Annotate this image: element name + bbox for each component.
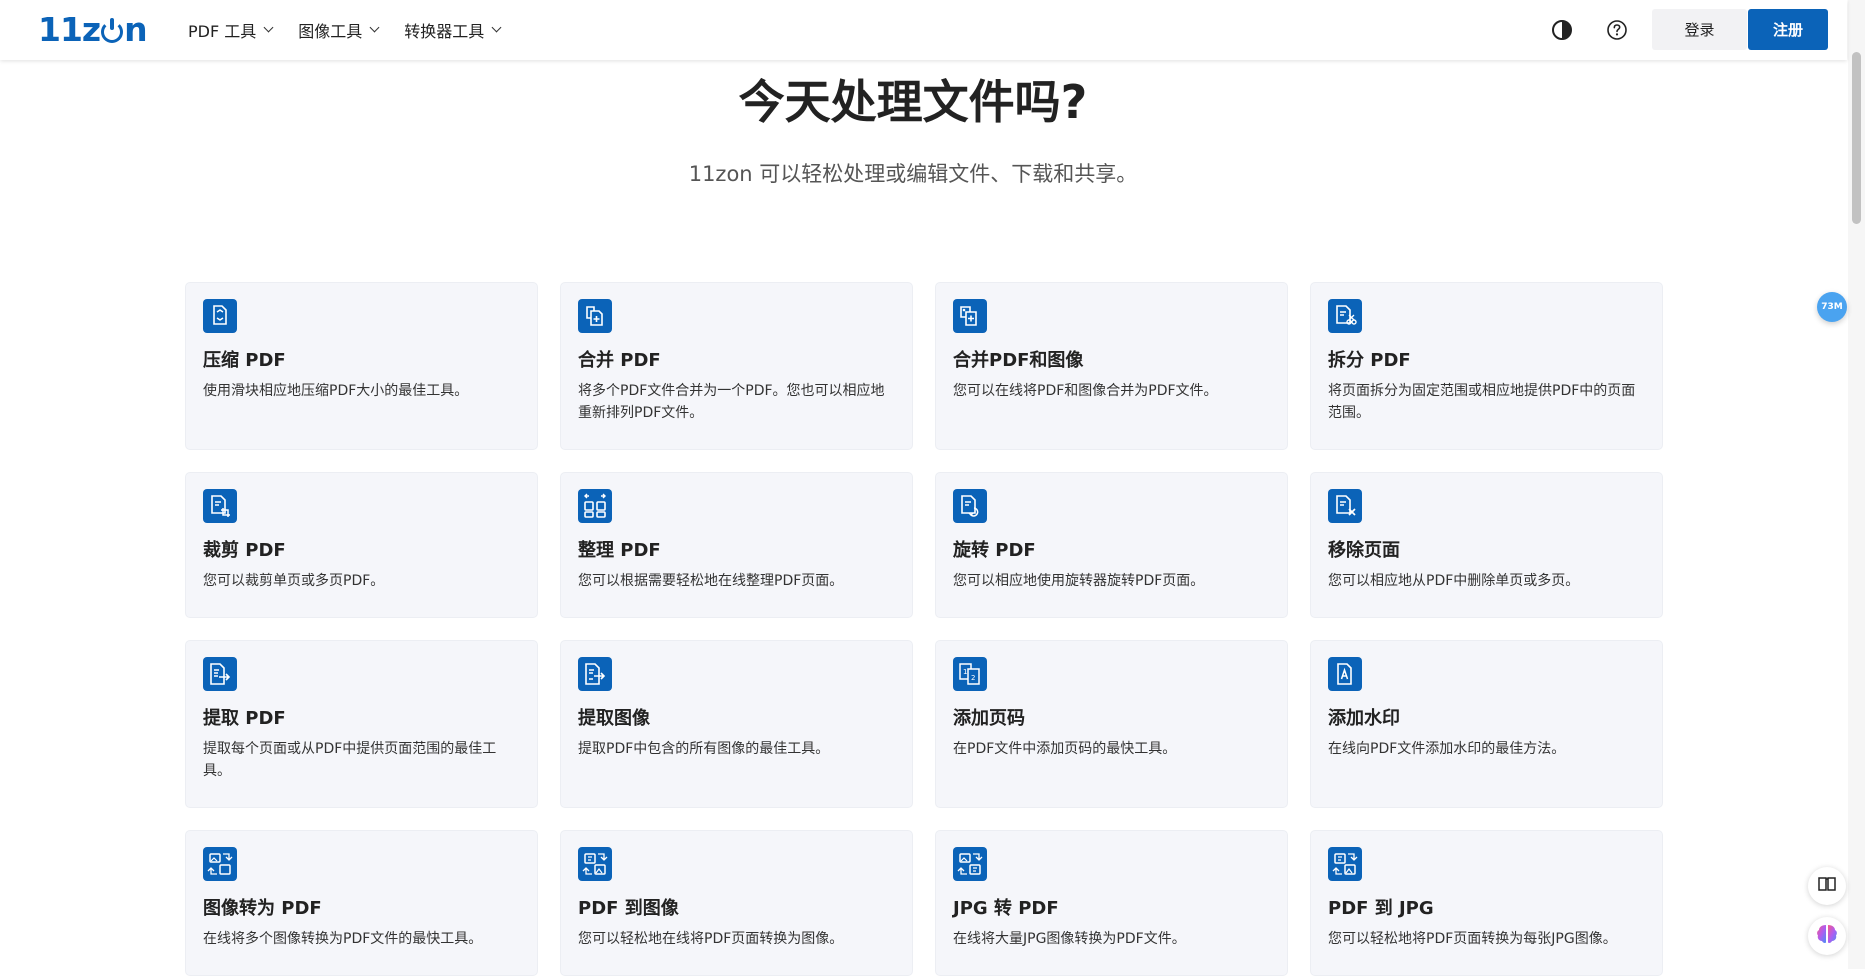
tool-card[interactable]: 旋转 PDF 您可以相应地使用旋转器旋转PDF页面。 bbox=[935, 472, 1288, 618]
tool-card[interactable]: 1 2 添加页码在PDF文件中添加页码的最快工具。 bbox=[935, 640, 1288, 808]
nav-pdf-tools-label: PDF 工具 bbox=[188, 22, 257, 41]
svg-text:2: 2 bbox=[971, 674, 975, 682]
reader-button[interactable] bbox=[1808, 867, 1846, 905]
tool-card-title: 图像转为 PDF bbox=[203, 898, 322, 919]
extract-pdf-icon bbox=[203, 657, 237, 691]
nav-converter-tools[interactable]: 转换器工具 bbox=[404, 18, 502, 42]
page-subtitle: 11zon 可以轻松处理或编辑文件、下载和共享。 bbox=[688, 162, 1138, 186]
nav-image-tools-label: 图像工具 bbox=[298, 22, 363, 41]
tool-card-description: 在线向PDF文件添加水印的最佳方法。 bbox=[1328, 741, 1566, 757]
tool-card-title: 整理 PDF bbox=[578, 540, 661, 561]
tool-card-description: 您可以相应地从PDF中删除单页或多页。 bbox=[1328, 573, 1580, 589]
rotate-pdf-icon bbox=[953, 489, 987, 523]
svg-text:1: 1 bbox=[963, 668, 967, 676]
tool-card-description: 提取每个页面或从PDF中提供页面范围的最佳工具。 bbox=[203, 741, 497, 779]
tool-card-title: 拆分 PDF bbox=[1328, 350, 1411, 371]
tool-card-title: PDF 到图像 bbox=[578, 898, 679, 919]
tool-card-title: PDF 到 JPG bbox=[1328, 898, 1434, 919]
tool-card-title: 裁剪 PDF bbox=[203, 540, 286, 561]
remove-pages-icon bbox=[1328, 489, 1362, 523]
pdf-to-jpg-icon bbox=[1328, 847, 1362, 881]
compress-pdf-icon bbox=[203, 299, 237, 333]
main-nav: PDF 工具 图像工具 转换器工具 bbox=[188, 0, 526, 60]
tool-card-title: 移除页面 bbox=[1328, 540, 1400, 561]
tool-card[interactable]: 提取图像提取PDF中包含的所有图像的最佳工具。 bbox=[560, 640, 913, 808]
tool-card-title: 压缩 PDF bbox=[203, 350, 286, 371]
tool-card-description: 在线将大量JPG图像转换为PDF文件。 bbox=[953, 931, 1186, 947]
tool-card-title: 提取 PDF bbox=[203, 708, 286, 729]
tool-card[interactable]: 整理 PDF 您可以根据需要轻松地在线整理PDF页面。 bbox=[560, 472, 913, 618]
nav-image-tools[interactable]: 图像工具 bbox=[298, 18, 380, 42]
tool-card[interactable]: 拆分 PDF 将页面拆分为固定范围或相应地提供PDF中的页面范围。 bbox=[1310, 282, 1663, 450]
tool-card-description: 您可以轻松地将PDF页面转换为每张JPG图像。 bbox=[1328, 931, 1617, 947]
tool-card-description: 您可以相应地使用旋转器旋转PDF页面。 bbox=[953, 573, 1205, 589]
login-button[interactable]: 登录 bbox=[1652, 9, 1747, 50]
tool-card-description: 您可以轻松地在线将PDF页面转换为图像。 bbox=[578, 931, 844, 947]
register-button[interactable]: 注册 bbox=[1748, 9, 1828, 50]
tool-card-title: 旋转 PDF bbox=[953, 540, 1036, 561]
tool-card-title: 提取图像 bbox=[578, 708, 650, 729]
book-icon bbox=[1818, 876, 1836, 896]
tool-card[interactable]: 合并PDF和图像您可以在线将PDF和图像合并为PDF文件。 bbox=[935, 282, 1288, 450]
pdf-to-image-icon bbox=[578, 847, 612, 881]
tool-card-description: 您可以裁剪单页或多页PDF。 bbox=[203, 573, 385, 589]
add-page-numbers-icon: 12 bbox=[953, 657, 987, 691]
tool-card-description: 在线将多个图像转换为PDF文件的最快工具。 bbox=[203, 931, 483, 947]
memory-badge[interactable]: 73M bbox=[1817, 292, 1847, 322]
nav-converter-tools-label: 转换器工具 bbox=[404, 22, 485, 41]
tool-card-description: 将页面拆分为固定范围或相应地提供PDF中的页面范围。 bbox=[1328, 383, 1636, 421]
power-icon bbox=[101, 18, 124, 43]
split-pdf-icon bbox=[1328, 299, 1362, 333]
image-to-pdf-icon bbox=[203, 847, 237, 881]
tool-card-description: 将多个PDF文件合并为一个PDF。您也可以相应地重新排列PDF文件。 bbox=[578, 383, 885, 421]
extract-images-icon bbox=[578, 657, 612, 691]
tool-card[interactable]: 图像转为 PDF 在线将多个图像转换为PDF文件的最快工具。 bbox=[185, 830, 538, 976]
tool-card-title: 添加水印 bbox=[1328, 708, 1400, 729]
tool-card[interactable]: 添加水印在线向PDF文件添加水印的最佳方法。 bbox=[1310, 640, 1663, 808]
jpg-to-pdf-icon bbox=[953, 847, 987, 881]
tool-card[interactable]: 合并 PDF 将多个PDF文件合并为一个PDF。您也可以相应地重新排列PDF文件。 bbox=[560, 282, 913, 450]
ai-assistant-button[interactable] bbox=[1808, 917, 1846, 955]
brain-icon bbox=[1815, 923, 1839, 949]
tool-grid: 压缩 PDF 使用滑块相应地压缩PDF大小的最佳工具。 合并 PDF 将多个PDF文件… bbox=[185, 282, 1665, 976]
merge-pdf-icon bbox=[578, 299, 612, 333]
organize-pdf-icon bbox=[578, 489, 612, 523]
tool-card[interactable]: 移除页面您可以相应地从PDF中删除单页或多页。 bbox=[1310, 472, 1663, 618]
tool-card-description: 您可以根据需要轻松地在线整理PDF页面。 bbox=[578, 573, 844, 589]
tool-card-title: JPG 转 PDF bbox=[953, 898, 1059, 919]
theme-toggle-icon[interactable] bbox=[1550, 18, 1574, 42]
tool-card-description: 使用滑块相应地压缩PDF大小的最佳工具。 bbox=[203, 383, 469, 399]
tool-card[interactable]: PDF 到图像您可以轻松地在线将PDF页面转换为图像。 bbox=[560, 830, 913, 976]
tool-card[interactable]: 裁剪 PDF 您可以裁剪单页或多页PDF。 bbox=[185, 472, 538, 618]
tool-card[interactable]: 提取 PDF 提取每个页面或从PDF中提供页面范围的最佳工具。 bbox=[185, 640, 538, 808]
tool-card-title: 合并PDF和图像 bbox=[953, 350, 1084, 371]
top-header: 11z n PDF 工具 图像工具 转换器工具 登录 注册 bbox=[0, 0, 1847, 60]
help-icon[interactable] bbox=[1605, 18, 1629, 42]
crop-pdf-icon bbox=[203, 489, 237, 523]
merge-pdf-image-icon bbox=[953, 299, 987, 333]
chevron-down-icon bbox=[491, 22, 502, 33]
logo[interactable]: 11z n bbox=[38, 10, 148, 50]
tool-card[interactable]: 压缩 PDF 使用滑块相应地压缩PDF大小的最佳工具。 bbox=[185, 282, 538, 450]
chevron-down-icon bbox=[369, 22, 380, 33]
page-title: 今天处理文件吗? bbox=[738, 75, 1088, 129]
add-watermark-icon bbox=[1328, 657, 1362, 691]
page-scrollbar[interactable] bbox=[1848, 0, 1865, 969]
tool-card-description: 您可以在线将PDF和图像合并为PDF文件。 bbox=[953, 383, 1218, 399]
tool-card-title: 合并 PDF bbox=[578, 350, 661, 371]
tool-card[interactable]: PDF 到 JPG 您可以轻松地将PDF页面转换为每张JPG图像。 bbox=[1310, 830, 1663, 976]
tool-card[interactable]: JPG 转 PDF 在线将大量JPG图像转换为PDF文件。 bbox=[935, 830, 1288, 976]
tool-card-title: 添加页码 bbox=[953, 708, 1025, 729]
scrollbar-thumb[interactable] bbox=[1852, 52, 1861, 224]
chevron-down-icon bbox=[263, 22, 274, 33]
tool-card-description: 在PDF文件中添加页码的最快工具。 bbox=[953, 741, 1177, 757]
nav-pdf-tools[interactable]: PDF 工具 bbox=[188, 18, 274, 42]
tool-card-description: 提取PDF中包含的所有图像的最佳工具。 bbox=[578, 741, 830, 757]
